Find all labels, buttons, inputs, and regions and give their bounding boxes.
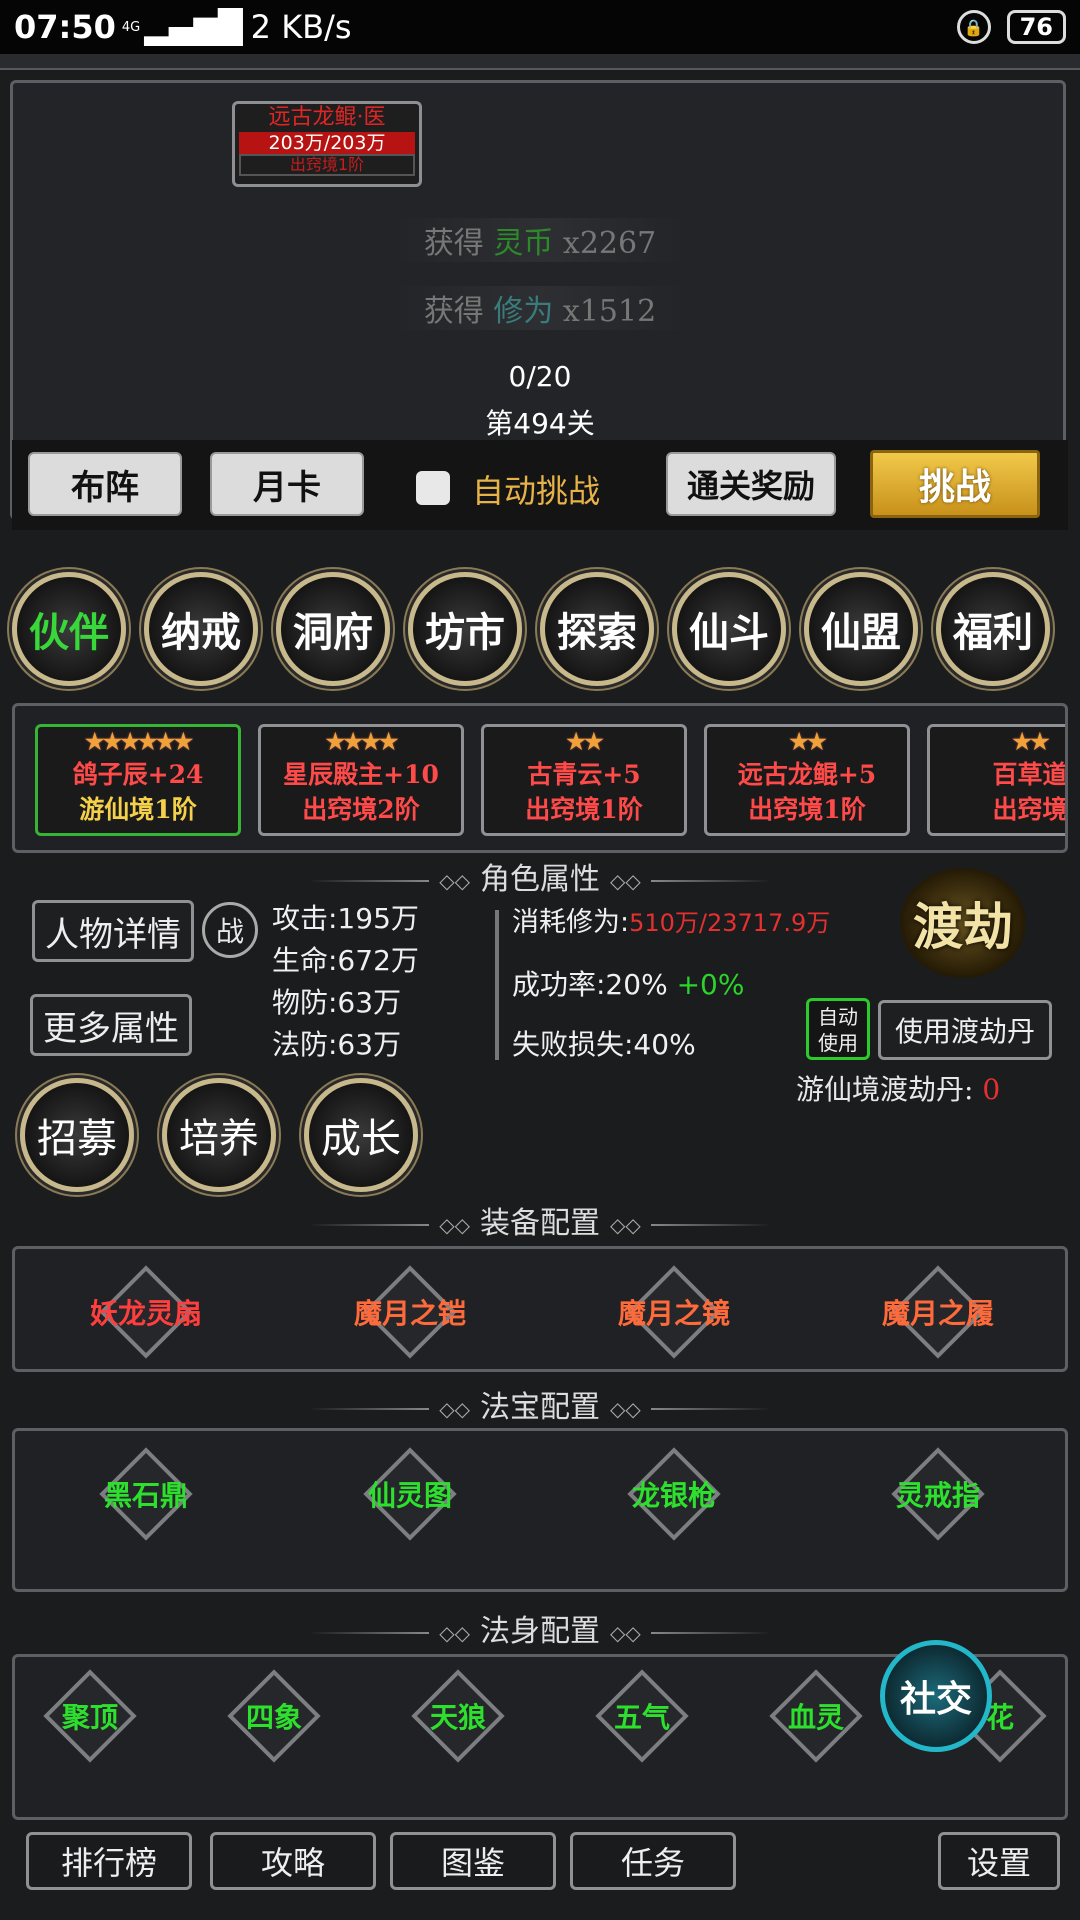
menu-alliance[interactable]: 仙盟 xyxy=(804,572,918,686)
stat-list: 攻击:195万 生命:672万 物防:63万 法防:63万 xyxy=(272,898,419,1066)
partner-card[interactable]: ★★ 远古龙鲲+5 出窍境1阶 xyxy=(704,724,910,836)
challenge-button[interactable]: 挑战 xyxy=(870,450,1040,518)
divider xyxy=(495,910,499,1060)
codex-button[interactable]: 图鉴 xyxy=(390,1832,556,1890)
network-rate: 2 KB/s xyxy=(250,8,352,46)
equipment-slot[interactable]: 魔月之履 xyxy=(868,1262,1008,1362)
tribulation-button[interactable]: 渡劫 xyxy=(900,868,1026,978)
section-header-equipment: ◇◇ 装备配置 ◇◇ xyxy=(0,1198,1080,1242)
signal-icon: ▂▄▆█ xyxy=(144,8,243,46)
consume-cultivation: 消耗修为:510万/23717.9万 xyxy=(512,907,831,938)
tasks-button[interactable]: 任务 xyxy=(570,1832,736,1890)
treasure-slot[interactable]: 灵戒指 xyxy=(868,1444,1008,1544)
stat-magic-def: 法防:63万 xyxy=(272,1028,402,1061)
growth-button[interactable]: 成长 xyxy=(304,1078,418,1192)
battle-power-button[interactable]: 战 xyxy=(202,902,258,958)
enemy-name: 远古龙鲲·医 xyxy=(268,105,386,130)
dharma-slot[interactable]: 四象 xyxy=(204,1666,344,1766)
success-rate: 成功率:20% +0% xyxy=(512,968,745,1001)
enemy-hp-bar: 203万/203万 xyxy=(239,132,415,154)
section-header-treasure: ◇◇ 法宝配置 ◇◇ xyxy=(0,1382,1080,1426)
pill-count: 游仙境渡劫丹: 0 xyxy=(796,1073,1001,1106)
enemy-card[interactable]: 远古龙鲲·医 203万/203万 出窍境1阶 xyxy=(232,101,422,187)
battery-icon: 76 xyxy=(1006,10,1066,44)
stat-phys-def: 物防:63万 xyxy=(272,986,402,1019)
auto-use-toggle[interactable]: 自动使用 xyxy=(806,998,870,1060)
dharma-slot[interactable]: 天狼 xyxy=(388,1666,528,1766)
partner-card[interactable]: ★★ 古青云+5 出窍境1阶 xyxy=(481,724,687,836)
stat-attack: 攻击:195万 xyxy=(272,902,419,935)
dharma-slot[interactable]: 五气 xyxy=(572,1666,712,1766)
menu-welfare[interactable]: 福利 xyxy=(936,572,1050,686)
auto-challenge-label: 自动挑战 xyxy=(472,472,601,510)
menu-explore[interactable]: 探索 xyxy=(540,572,654,686)
network-indicator: 4G xyxy=(121,19,141,35)
menu-market[interactable]: 坊市 xyxy=(408,572,522,686)
enemy-level: 出窍境1阶 xyxy=(239,154,415,176)
menu-arena[interactable]: 仙斗 xyxy=(672,572,786,686)
menu-storage-ring[interactable]: 纳戒 xyxy=(144,572,258,686)
partner-card[interactable]: ★★★★ 星辰殿主+10 出窍境2阶 xyxy=(258,724,464,836)
equipment-slot[interactable]: 魔月之铠 xyxy=(340,1262,480,1362)
partner-panel: ★★★★★★ 鸽子辰+24 游仙境1阶 ★★★★ 星辰殿主+10 出窍境2阶 ★… xyxy=(12,703,1068,853)
top-strip xyxy=(0,54,1080,70)
recruit-button[interactable]: 招募 xyxy=(20,1078,134,1192)
treasure-slot[interactable]: 仙灵图 xyxy=(340,1444,480,1544)
more-attributes-button[interactable]: 更多属性 xyxy=(30,994,192,1056)
wave-counter: 0/20 xyxy=(508,360,572,393)
stat-hp: 生命:672万 xyxy=(272,944,419,977)
clock: 07:50 xyxy=(14,8,116,46)
monthly-card-button[interactable]: 月卡 xyxy=(210,452,364,516)
cultivate-button[interactable]: 培养 xyxy=(162,1078,276,1192)
status-bar: 07:50 4G ▂▄▆█ 2 KB/s 🔒 76 xyxy=(0,0,1080,54)
partner-card[interactable]: ★★★★★★ 鸽子辰+24 游仙境1阶 xyxy=(35,724,241,836)
equipment-slot[interactable]: 魔月之镜 xyxy=(604,1262,744,1362)
dharma-slot[interactable]: 聚顶 xyxy=(20,1666,160,1766)
auto-challenge-checkbox[interactable] xyxy=(416,471,450,505)
use-pill-button[interactable]: 使用渡劫丹 xyxy=(878,1000,1052,1060)
gain-cultivation: 获得 修为 x1512 xyxy=(390,286,690,330)
settings-button[interactable]: 设置 xyxy=(938,1832,1060,1890)
stage-number: 第494关 xyxy=(485,407,595,440)
rotation-lock-icon: 🔒 xyxy=(956,10,991,44)
clear-reward-button[interactable]: 通关奖励 xyxy=(666,452,836,516)
equipment-slot[interactable]: 妖龙灵扇 xyxy=(76,1262,216,1362)
gain-coins: 获得 灵币 x2267 xyxy=(390,218,690,262)
dharma-slot[interactable]: 血灵 xyxy=(746,1666,886,1766)
partner-card[interactable]: ★★ 百草道 出窍境 xyxy=(927,724,1065,836)
ranking-button[interactable]: 排行榜 xyxy=(26,1832,192,1890)
treasure-slot[interactable]: 龙银枪 xyxy=(604,1444,744,1544)
formation-button[interactable]: 布阵 xyxy=(28,452,182,516)
menu-cave[interactable]: 洞府 xyxy=(276,572,390,686)
treasure-slot[interactable]: 黑石鼎 xyxy=(76,1444,216,1544)
character-detail-button[interactable]: 人物详情 xyxy=(32,900,194,962)
guide-button[interactable]: 攻略 xyxy=(210,1832,376,1890)
fail-loss: 失败损失:40% xyxy=(512,1028,696,1061)
social-button[interactable]: 社交 xyxy=(880,1640,992,1752)
menu-partner[interactable]: 伙伴 xyxy=(12,572,126,686)
